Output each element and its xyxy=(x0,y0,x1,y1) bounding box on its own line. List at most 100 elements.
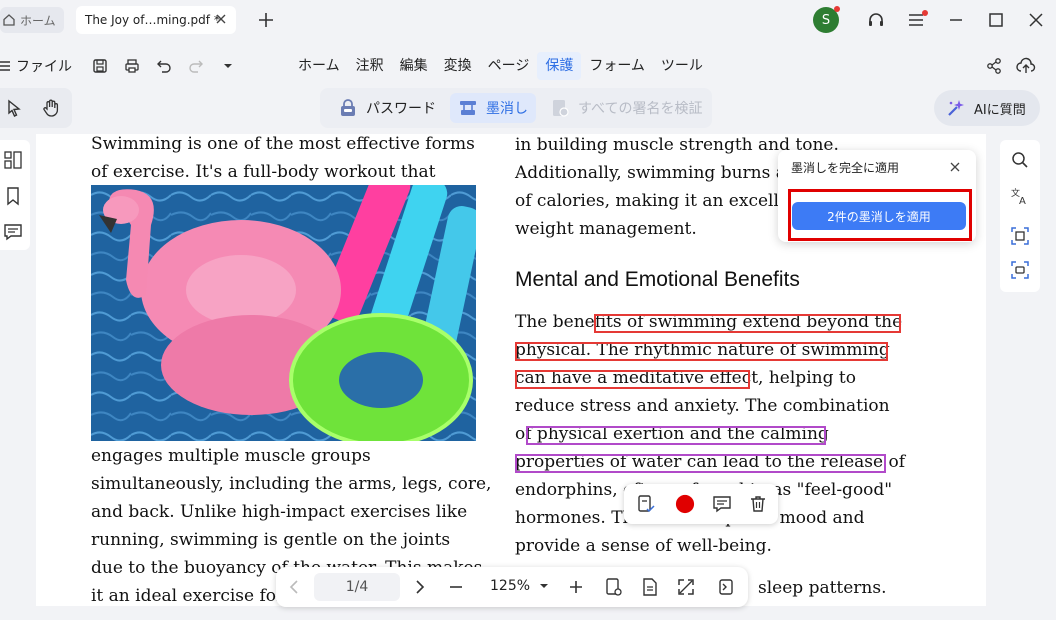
cloud-upload-icon[interactable] xyxy=(1016,57,1036,75)
menu-convert[interactable]: 変換 xyxy=(436,52,480,80)
menu-protect[interactable]: 保護 xyxy=(537,52,582,80)
hand-tool-icon[interactable] xyxy=(41,98,61,118)
avatar[interactable]: S xyxy=(813,6,840,33)
collapse-toolbar-icon[interactable] xyxy=(716,577,736,597)
search-icon[interactable] xyxy=(1010,150,1030,170)
password-button[interactable]: パスワード xyxy=(330,93,444,123)
save-icon[interactable] xyxy=(91,57,109,75)
ocr-icon[interactable] xyxy=(1010,226,1030,246)
zoom-out-icon[interactable] xyxy=(446,577,466,597)
redact-icon xyxy=(458,98,478,118)
page-number-input[interactable]: 1/4 xyxy=(314,573,400,601)
menu-bar: ファイル ホーム 注釈 編集 変換 ページ 保護 フォーム ツール xyxy=(0,48,1056,84)
color-swatch-icon[interactable] xyxy=(675,494,695,514)
previous-page-icon[interactable] xyxy=(284,577,304,597)
password-label: パスワード xyxy=(366,101,436,117)
bookmark-icon[interactable] xyxy=(3,186,23,206)
text-line: physical. The rhythmic nature of swimmin… xyxy=(515,340,890,360)
maximize-icon[interactable] xyxy=(986,10,1006,30)
menu-page[interactable]: ページ xyxy=(480,52,538,80)
file-menu[interactable]: ファイル xyxy=(0,56,72,76)
translate-icon[interactable]: 文A xyxy=(1010,186,1030,207)
zoom-select[interactable]: 125% xyxy=(490,578,549,594)
text-line: Swimming is one of the most effective fo… xyxy=(91,134,475,154)
share-icon[interactable] xyxy=(985,57,1003,75)
new-tab-icon[interactable] xyxy=(256,10,276,30)
hamburger-icon xyxy=(0,59,12,73)
selection-tools xyxy=(0,88,72,128)
text-line: provide a sense of well-being. xyxy=(515,536,772,556)
verify-signatures-label: すべての署名を検証 xyxy=(578,101,703,117)
redact-label: 墨消し xyxy=(486,101,528,117)
notification-dot xyxy=(834,6,840,12)
close-tab-icon[interactable] xyxy=(212,10,230,28)
ask-ai-label: AIに質問 xyxy=(974,102,1026,118)
text-line: properties of water can lead to the rele… xyxy=(515,452,905,472)
undo-icon[interactable] xyxy=(155,57,173,75)
svg-text:A: A xyxy=(1019,196,1026,206)
zoom-dropdown-icon xyxy=(540,582,549,590)
next-page-icon[interactable] xyxy=(410,577,430,597)
text-line: engages multiple muscle groups xyxy=(91,446,371,466)
text-line: running, swimming is gentle on the joint… xyxy=(91,530,451,550)
right-column-text-tail: sleep patterns. xyxy=(758,578,887,598)
menu-notification-dot xyxy=(922,10,928,16)
close-window-icon[interactable] xyxy=(1026,10,1046,30)
menu-form[interactable]: フォーム xyxy=(581,52,653,80)
collapse-popup-icon[interactable] xyxy=(948,160,962,174)
delete-icon[interactable] xyxy=(748,494,768,514)
hamburger-menu-icon[interactable] xyxy=(906,10,928,30)
text-line: reduce stress and anxiety. The combinati… xyxy=(515,396,890,416)
verify-signatures-button[interactable]: すべての署名を検証 xyxy=(542,93,710,123)
fit-page-icon[interactable] xyxy=(640,577,660,597)
signature-verify-icon xyxy=(550,98,570,118)
text-line: simultaneously, including the arms, legs… xyxy=(91,474,492,494)
select-arrow-icon[interactable] xyxy=(4,98,24,118)
text-line: of physical exertion and the calming xyxy=(515,424,829,444)
comment-note-icon[interactable] xyxy=(712,494,732,514)
redaction-properties-icon[interactable] xyxy=(636,494,656,514)
page-navigation-bar: 1/4 125% xyxy=(276,567,748,607)
home-icon xyxy=(2,13,16,27)
page-view-settings-icon[interactable] xyxy=(604,577,624,597)
screenshot-compare-icon[interactable] xyxy=(1010,260,1030,280)
thumbnails-icon[interactable] xyxy=(3,150,23,170)
redact-button[interactable]: 墨消し xyxy=(450,93,536,123)
zoom-level: 125% xyxy=(490,578,531,594)
left-column-text-top: Swimming is one of the most effective fo… xyxy=(91,134,475,186)
menu-annotate[interactable]: 注釈 xyxy=(348,52,392,80)
section-heading: Mental and Emotional Benefits xyxy=(515,268,800,291)
text-line: and back. Unlike high-impact exercises l… xyxy=(91,502,468,522)
menu-edit[interactable]: 編集 xyxy=(392,52,436,80)
fullscreen-icon[interactable] xyxy=(676,577,696,597)
file-menu-label: ファイル xyxy=(16,59,72,75)
apply-redaction-popup: 墨消しを完全に適用 2件の墨消しを適用 xyxy=(778,150,976,242)
menu-tools[interactable]: ツール xyxy=(653,52,711,80)
title-bar: ホーム The Joy of…ming.pdf * S xyxy=(0,0,1056,40)
print-icon[interactable] xyxy=(123,57,141,75)
right-sidebar: 文A xyxy=(1000,140,1040,292)
apply-redactions-button[interactable]: 2件の墨消しを適用 xyxy=(792,202,966,230)
tab-document-label: The Joy of…ming.pdf * xyxy=(85,13,220,27)
avatar-letter: S xyxy=(821,12,831,28)
tab-home-label: ホーム xyxy=(20,13,56,28)
comment-icon[interactable] xyxy=(3,222,23,242)
ai-sparkle-icon xyxy=(946,98,966,118)
main-menu: ホーム 注釈 編集 変換 ページ 保護 フォーム ツール xyxy=(290,52,711,80)
headset-icon[interactable] xyxy=(866,10,886,30)
text-line: The benefits of swimming extend beyond t… xyxy=(515,312,903,332)
pool-floats-image xyxy=(91,185,476,441)
tab-document[interactable]: The Joy of…ming.pdf * xyxy=(76,6,236,34)
ask-ai-button[interactable]: AIに質問 xyxy=(934,90,1040,126)
popup-title: 墨消しを完全に適用 xyxy=(791,161,900,175)
left-sidebar xyxy=(0,140,30,250)
minimize-icon[interactable] xyxy=(946,10,966,30)
menu-home[interactable]: ホーム xyxy=(290,52,348,80)
tab-home[interactable]: ホーム xyxy=(0,7,64,33)
redo-icon[interactable] xyxy=(187,57,205,75)
zoom-in-icon[interactable] xyxy=(566,577,586,597)
text-line: of exercise. It's a full-body workout th… xyxy=(91,162,436,182)
text-line: can have a meditative effect, helping to xyxy=(515,368,856,388)
quick-access-dropdown-icon[interactable] xyxy=(219,57,237,75)
protect-toolbar: パスワード 墨消し すべての署名を検証 xyxy=(320,88,712,128)
